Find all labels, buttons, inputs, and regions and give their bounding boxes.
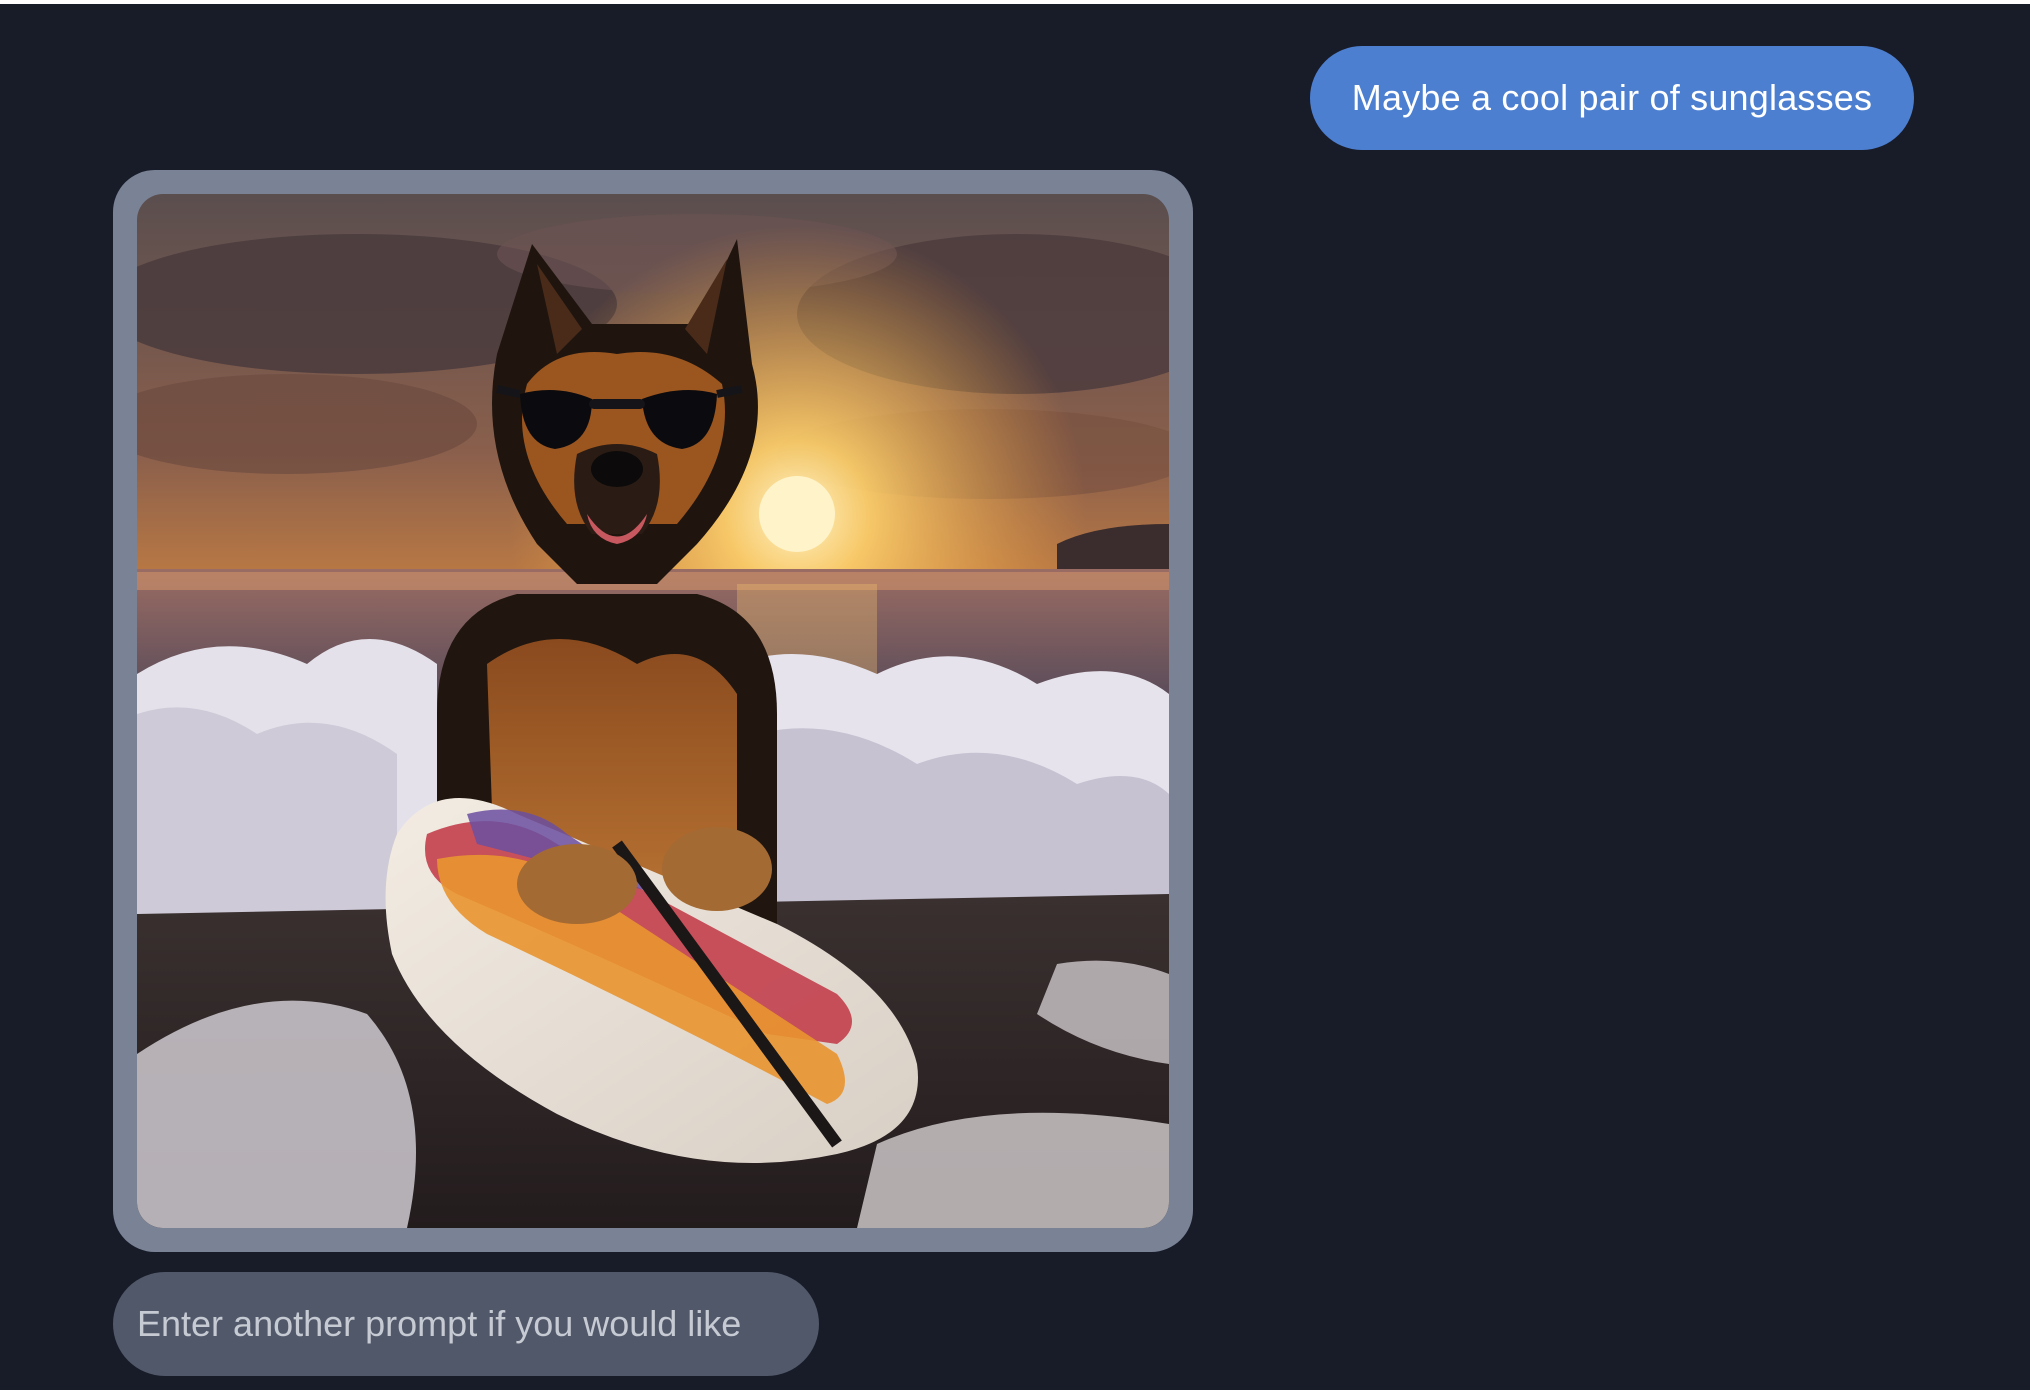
prompt-placeholder-text: Enter another prompt if you would like [137, 1303, 742, 1344]
top-edge [0, 0, 2030, 4]
user-message-text: Maybe a cool pair of sunglasses [1351, 77, 1873, 118]
prompt-input[interactable]: Enter another prompt if you would like [113, 1272, 819, 1376]
generated-image[interactable] [137, 194, 1169, 1228]
dog-surfboard-illustration [137, 194, 1169, 1228]
bottom-edge [0, 1390, 2030, 1394]
generated-image-card[interactable] [113, 170, 1193, 1252]
user-message-bubble: Maybe a cool pair of sunglasses [1310, 46, 1914, 150]
